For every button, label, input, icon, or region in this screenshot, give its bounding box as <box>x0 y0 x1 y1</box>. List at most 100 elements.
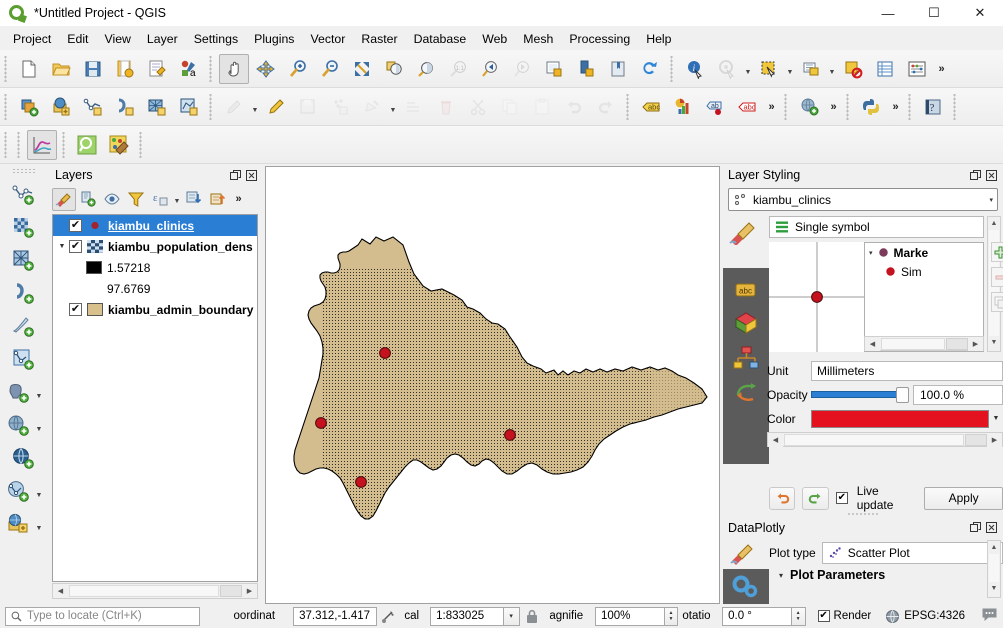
scroll-left-icon[interactable]: ◀ <box>768 432 783 447</box>
zoom-full-icon[interactable] <box>347 54 377 84</box>
menu-vector[interactable]: Vector <box>302 29 353 49</box>
toolbar-grip[interactable] <box>906 93 915 120</box>
menu-mesh[interactable]: Mesh <box>515 29 561 49</box>
undock-icon[interactable] <box>229 169 242 182</box>
add-geopackage-icon[interactable] <box>174 92 204 122</box>
layer-visibility-checkbox[interactable]: ✔ <box>69 303 82 316</box>
add-spatialite-layer-icon[interactable] <box>8 311 39 342</box>
menu-help[interactable]: Help <box>638 29 679 49</box>
render-toggle[interactable]: ✔ Render <box>817 610 871 622</box>
chevron-down-icon[interactable]: ▼ <box>250 92 260 122</box>
add-wms-layer-icon[interactable] <box>8 443 39 474</box>
close-button[interactable]: ✕ <box>957 0 1003 27</box>
field-calculator-icon[interactable] <box>902 54 932 84</box>
dataplotly-vertical-scrollbar[interactable]: ▲ ▼ <box>987 540 1001 598</box>
scroll-thumb[interactable] <box>965 433 987 446</box>
undo-icon[interactable] <box>769 486 796 510</box>
rotation-input[interactable]: 0.0 ° <box>722 606 792 626</box>
scroll-thumb[interactable] <box>220 585 242 597</box>
move-label-icon[interactable]: ab <box>700 92 730 122</box>
save-layer-edits-icon[interactable] <box>293 92 323 122</box>
close-icon[interactable] <box>985 521 998 534</box>
layer-visibility-checkbox[interactable]: ✔ <box>69 240 82 253</box>
scroll-down-icon[interactable]: ▼ <box>988 582 1000 595</box>
add-postgis-layer-icon[interactable] <box>3 377 34 408</box>
chevron-down-icon[interactable]: ▾ <box>989 196 993 204</box>
expand-collapse-icon[interactable]: ▼ <box>55 243 69 250</box>
toggle-extents-icon[interactable] <box>377 609 401 624</box>
refresh-icon[interactable] <box>635 54 665 84</box>
zoom-last-icon[interactable] <box>475 54 505 84</box>
close-icon[interactable] <box>245 169 258 182</box>
label-layer-icon[interactable]: abc <box>636 92 666 122</box>
rotate-label-icon[interactable]: abc <box>732 92 762 122</box>
crs-status[interactable]: EPSG:4326 <box>885 609 969 624</box>
toolbar-grip[interactable] <box>2 55 11 82</box>
chevron-down-icon[interactable]: ▼ <box>34 378 44 408</box>
menu-raster[interactable]: Raster <box>353 29 405 49</box>
scroll-track[interactable] <box>989 554 999 582</box>
coordinate-input[interactable]: 37.312,-1.417 <box>293 606 377 626</box>
select-features-icon[interactable] <box>754 54 784 84</box>
modify-attributes-icon[interactable] <box>357 92 387 122</box>
scroll-right-icon[interactable]: ▶ <box>242 584 257 598</box>
style-manager-icon[interactable]: a <box>174 54 204 84</box>
new-3d-map-view-icon[interactable] <box>571 54 601 84</box>
scroll-down-icon[interactable]: ▼ <box>988 336 1000 349</box>
toolbar-grip[interactable] <box>624 93 633 120</box>
locate-input[interactable]: Type to locate (Ctrl+K) <box>5 606 200 626</box>
properties-horizontal-scrollbar[interactable]: ◀ ▶ <box>767 432 1003 447</box>
zoom-out-icon[interactable] <box>315 54 345 84</box>
open-project-icon[interactable] <box>46 54 76 84</box>
chevron-down-icon[interactable]: ▼ <box>743 54 753 84</box>
filter-legend-icon[interactable] <box>124 188 148 211</box>
opacity-value[interactable]: 100.0 % <box>913 384 1003 405</box>
menu-web[interactable]: Web <box>474 29 515 49</box>
scroll-track[interactable] <box>881 337 945 350</box>
add-delimited-text-icon[interactable] <box>78 92 108 122</box>
add-mesh-layer-icon[interactable] <box>142 92 172 122</box>
toolbar-grip[interactable] <box>668 55 677 82</box>
scroll-right-icon[interactable]: ▶ <box>987 432 1002 447</box>
pan-map-icon[interactable] <box>219 53 249 84</box>
scroll-left-icon[interactable]: ◀ <box>865 336 880 351</box>
scroll-up-icon[interactable]: ▲ <box>988 541 1000 554</box>
add-wms-layer-icon[interactable] <box>46 92 76 122</box>
color-swatch-button[interactable] <box>811 409 989 428</box>
dataplotly-properties-tab[interactable] <box>723 569 769 604</box>
plugin-editor-icon[interactable] <box>104 130 134 160</box>
layer-visibility-checkbox[interactable]: ✔ <box>69 219 82 232</box>
redo-icon[interactable] <box>802 486 829 510</box>
layers-tree[interactable]: ✔ kiambu_clinics ▼ ✔ kiambu_population_d… <box>52 214 258 582</box>
chevron-down-icon[interactable]: ▼ <box>34 477 44 507</box>
metasearch-overflow-button[interactable]: » <box>825 92 842 122</box>
identify-features-icon[interactable]: i <box>680 54 710 84</box>
plot-parameters-group[interactable]: ▾ Plot Parameters <box>779 568 885 582</box>
add-wcs-layer-icon[interactable] <box>3 410 34 441</box>
new-map-view-icon[interactable] <box>539 54 569 84</box>
quick-map-services-icon[interactable] <box>72 130 102 160</box>
chevron-down-icon[interactable]: ▼ <box>388 92 398 122</box>
python-overflow-button[interactable]: » <box>887 92 904 122</box>
new-print-layout-icon[interactable] <box>142 54 172 84</box>
toolbar-grip[interactable] <box>2 131 11 158</box>
magnifier-spinner[interactable]: ▲ ▼ <box>664 606 679 626</box>
layer-row-kiambu-clinics[interactable]: ✔ kiambu_clinics <box>53 215 257 236</box>
cut-features-icon[interactable] <box>463 92 493 122</box>
duplicate-symbol-layer-icon[interactable] <box>991 292 1003 312</box>
add-feature-icon[interactable] <box>325 92 355 122</box>
minimize-button[interactable]: — <box>865 0 911 27</box>
layer-row-kiambu-admin-boundary[interactable]: ✔ kiambu_admin_boundary <box>53 299 257 320</box>
magnifier-input[interactable]: 100% <box>594 606 665 626</box>
layers-toolbar-overflow[interactable]: » <box>230 188 247 211</box>
toolbar-grip[interactable] <box>137 131 146 158</box>
menu-plugins[interactable]: Plugins <box>246 29 302 49</box>
render-checkbox[interactable]: ✔ <box>817 610 830 622</box>
paste-features-icon[interactable] <box>527 92 557 122</box>
opacity-slider[interactable] <box>811 385 909 405</box>
menu-layer[interactable]: Layer <box>139 29 186 49</box>
add-mesh-layer-icon[interactable] <box>8 245 39 276</box>
copy-features-icon[interactable] <box>495 92 525 122</box>
expand-collapse-icon[interactable]: ▾ <box>869 249 873 257</box>
toolbar-grip[interactable] <box>207 93 216 120</box>
